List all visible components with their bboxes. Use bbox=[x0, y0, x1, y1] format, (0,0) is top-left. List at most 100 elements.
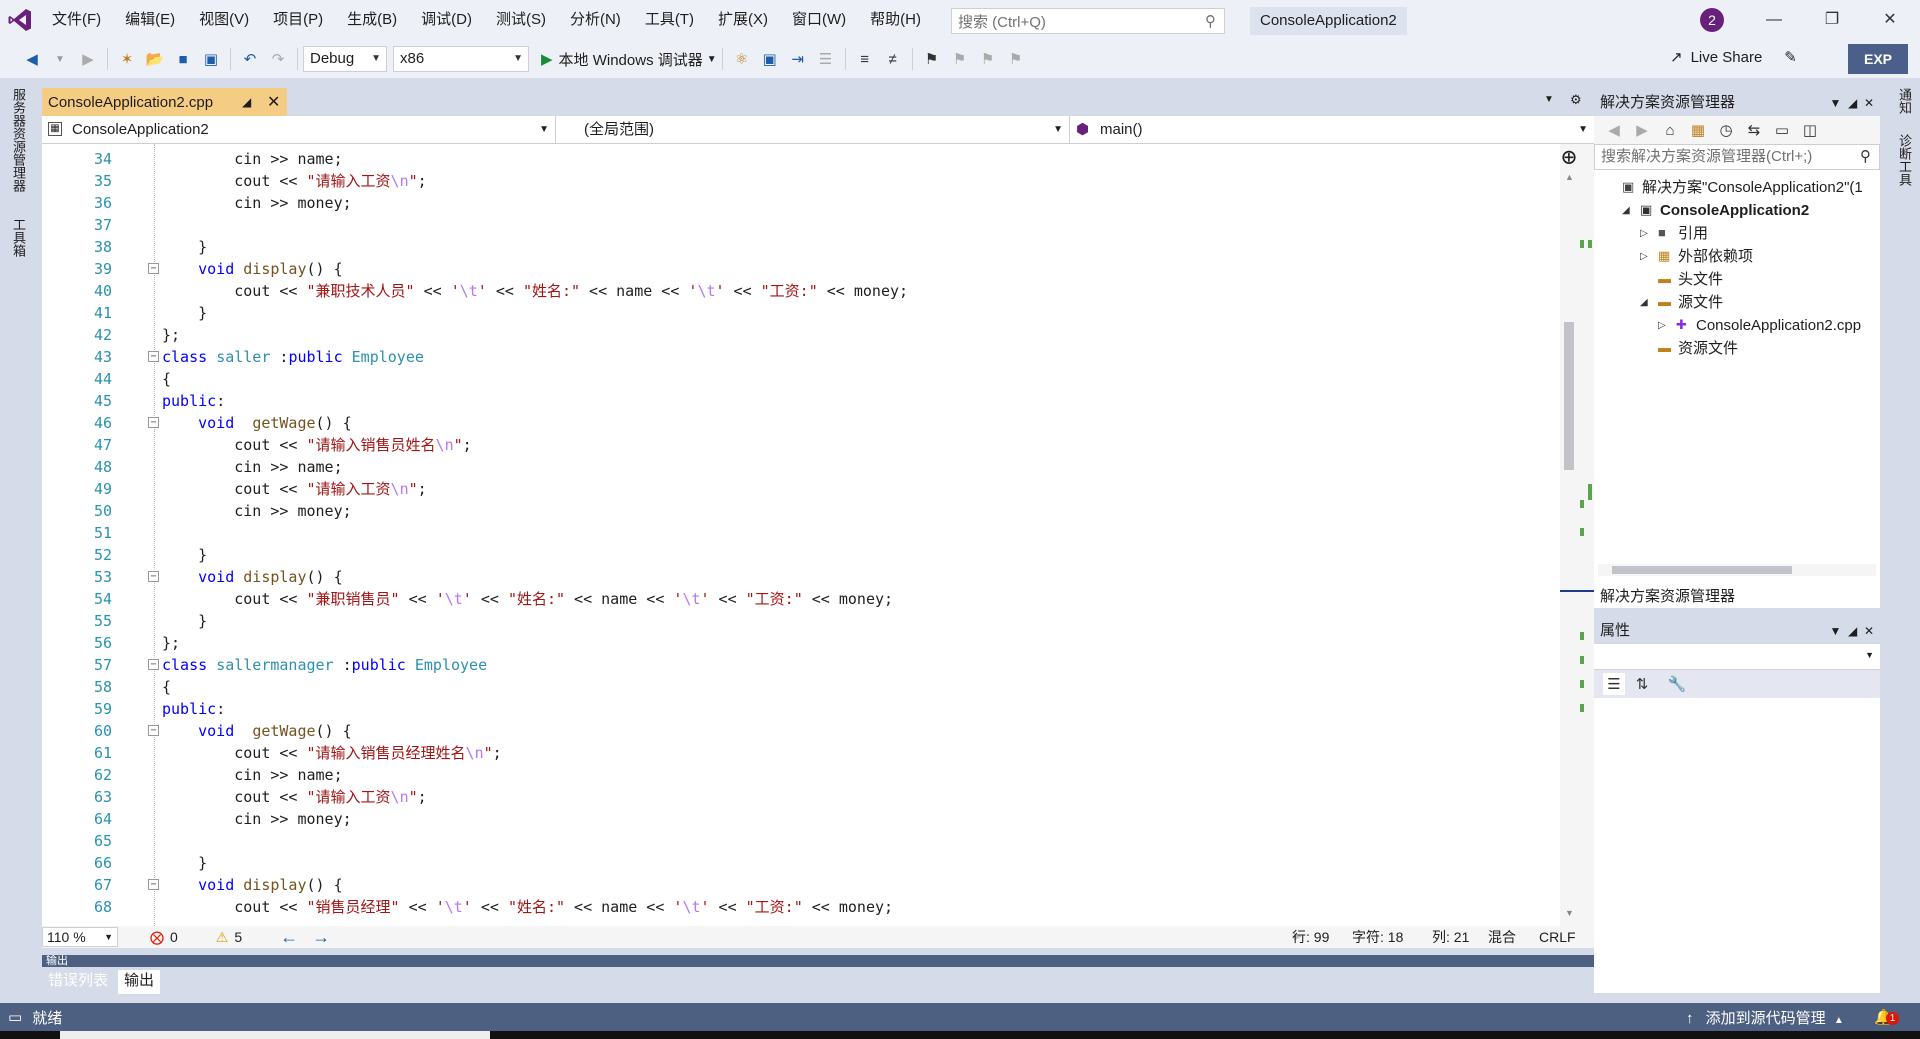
pin-icon[interactable]: ◢ bbox=[242, 95, 251, 109]
save-all-icon[interactable]: ▣ bbox=[200, 48, 222, 70]
configuration-dropdown[interactable]: Debug ▼ bbox=[303, 46, 387, 72]
expand-toggle-icon[interactable]: ▷ bbox=[1658, 314, 1666, 337]
menu-item-0[interactable]: 文件(F) bbox=[40, 0, 113, 40]
settings-gear-icon[interactable]: ⚙ bbox=[1570, 92, 1582, 108]
start-debugging-button[interactable]: ▶ 本地 Windows 调试器 ▼ bbox=[541, 49, 717, 70]
code-line[interactable]: 53 − void display() { bbox=[42, 566, 1562, 588]
tab-output[interactable]: 输出 bbox=[118, 970, 161, 994]
code-line[interactable]: 39 − void display() { bbox=[42, 258, 1562, 280]
feedback-icon[interactable]: ✎ bbox=[1784, 48, 1797, 66]
scrollbar-thumb[interactable] bbox=[1612, 566, 1792, 574]
member-dropdown[interactable]: ⬢ main() ▼ bbox=[1070, 116, 1594, 143]
fold-toggle-icon[interactable]: − bbox=[148, 417, 159, 428]
menu-item-8[interactable]: 工具(T) bbox=[633, 0, 706, 40]
project-dropdown[interactable]: ▦ ConsoleApplication2 ▼ bbox=[42, 116, 556, 143]
menu-item-10[interactable]: 窗口(W) bbox=[780, 0, 858, 40]
platform-dropdown[interactable]: x86 ▼ bbox=[393, 46, 529, 72]
code-line[interactable]: 61 cout << "请输入销售员经理姓名\n"; bbox=[42, 742, 1562, 764]
scroll-down-icon[interactable]: ▼ bbox=[1565, 908, 1574, 918]
split-editor-icon[interactable]: ⨁ bbox=[1562, 148, 1576, 165]
panel-window-controls[interactable]: ▼ ◢ ✕ bbox=[1830, 618, 1875, 644]
alphabetical-icon[interactable]: ⇅ bbox=[1631, 673, 1653, 695]
pending-changes-icon[interactable]: ◷ bbox=[1715, 119, 1737, 141]
outdent-icon[interactable]: ≠ bbox=[882, 48, 904, 70]
code-line[interactable]: 52 } bbox=[42, 544, 1562, 566]
fold-toggle-icon[interactable]: − bbox=[148, 725, 159, 736]
code-line[interactable]: 34 cin >> name; bbox=[42, 148, 1562, 170]
restore-button[interactable]: ❐ bbox=[1804, 0, 1860, 40]
code-line[interactable]: 50 cin >> money; bbox=[42, 500, 1562, 522]
code-line[interactable]: 45 public: bbox=[42, 390, 1562, 412]
code-line[interactable]: 67 − void display() { bbox=[42, 874, 1562, 896]
server-explorer-tab[interactable]: 服务器资源管理器 bbox=[9, 88, 28, 192]
code-line[interactable]: 58 { bbox=[42, 676, 1562, 698]
code-line[interactable]: 43 − class saller :public Employee bbox=[42, 346, 1562, 368]
exp-badge[interactable]: EXP bbox=[1848, 44, 1908, 74]
code-line[interactable]: 35 cout << "请输入工资\n"; bbox=[42, 170, 1562, 192]
tab-team-explorer[interactable]: 团队资源管理器 bbox=[1745, 586, 1862, 608]
code-line[interactable]: 64 cin >> money; bbox=[42, 808, 1562, 830]
solution-search-input[interactable]: 搜索解决方案资源管理器(Ctrl+;) ⚲ bbox=[1594, 144, 1880, 170]
tree-item[interactable]: ◢ ▬ 源文件 bbox=[1594, 291, 1880, 314]
code-line[interactable]: 56}; bbox=[42, 632, 1562, 654]
notifications-tab[interactable]: 通知 bbox=[1895, 88, 1914, 114]
back-icon[interactable]: ◀ bbox=[1603, 119, 1625, 141]
new-project-icon[interactable]: ✶ bbox=[116, 48, 138, 70]
errors-indicator[interactable]: ⨂ 0 bbox=[150, 929, 178, 946]
categorized-icon[interactable]: ☰ bbox=[1603, 673, 1625, 695]
code-line[interactable]: 49 cout << "请输入工资\n"; bbox=[42, 478, 1562, 500]
next-bookmark-icon[interactable]: ⚑ bbox=[977, 48, 999, 70]
code-line[interactable]: 44 { bbox=[42, 368, 1562, 390]
tab-solution-explorer[interactable]: 解决方案资源管理器 bbox=[1594, 586, 1742, 608]
code-line[interactable]: 41 } bbox=[42, 302, 1562, 324]
indent-icon[interactable]: ≡ bbox=[854, 48, 876, 70]
show-all-files-icon[interactable]: ◫ bbox=[1799, 119, 1821, 141]
tabs-mode-indicator[interactable]: 混合 bbox=[1488, 926, 1516, 948]
code-line[interactable]: 65 bbox=[42, 830, 1562, 852]
code-line[interactable]: 46 − void getWage() { bbox=[42, 412, 1562, 434]
code-editor[interactable]: 34 cin >> name; 35 cout << "请输入工资\n"; 36 c… bbox=[42, 144, 1568, 926]
fold-toggle-icon[interactable]: − bbox=[148, 351, 159, 362]
prev-bookmark-icon[interactable]: ⚑ bbox=[949, 48, 971, 70]
warnings-indicator[interactable]: ⚠ 5 bbox=[216, 929, 242, 946]
code-line[interactable]: 42}; bbox=[42, 324, 1562, 346]
minimize-button[interactable]: — bbox=[1746, 0, 1802, 40]
collapse-all-icon[interactable]: ▭ bbox=[1771, 119, 1793, 141]
navigate-back-icon[interactable]: ◀ bbox=[21, 48, 43, 70]
menu-item-5[interactable]: 调试(D) bbox=[409, 0, 484, 40]
tab-error-list[interactable]: 错误列表 bbox=[42, 970, 114, 994]
back-dropdown-icon[interactable]: ▼ bbox=[49, 48, 71, 70]
zoom-dropdown[interactable]: 110 % ▼ bbox=[42, 927, 118, 947]
document-tab[interactable]: ConsoleApplication2.cpp ◢ ✕ bbox=[42, 88, 287, 116]
code-line[interactable]: 51 bbox=[42, 522, 1562, 544]
code-line[interactable]: 60 − void getWage() { bbox=[42, 720, 1562, 742]
toolbox-tab[interactable]: 工具箱 bbox=[9, 218, 28, 257]
visual-studio-logo-icon[interactable] bbox=[0, 0, 40, 40]
comment-icon[interactable]: ☰ bbox=[815, 48, 837, 70]
live-share-button[interactable]: ↗ Live Share ✎ bbox=[1670, 48, 1797, 67]
navigate-forward-icon[interactable]: ▶ bbox=[77, 48, 99, 70]
panel-window-controls[interactable]: ▼ ◢ ✕ bbox=[1830, 90, 1875, 116]
tab-overflow-icon[interactable]: ▼ bbox=[1544, 94, 1554, 105]
scope-dropdown[interactable]: (全局范围) ▼ bbox=[556, 116, 1070, 143]
next-issue-icon[interactable]: → bbox=[312, 927, 330, 948]
tree-item[interactable]: ◢ ▣ ConsoleApplication2 bbox=[1594, 199, 1880, 222]
code-line[interactable]: 59 public: bbox=[42, 698, 1562, 720]
home-icon[interactable]: ⌂ bbox=[1659, 119, 1681, 141]
expand-toggle-icon[interactable]: ▷ bbox=[1640, 222, 1648, 245]
menu-item-7[interactable]: 分析(N) bbox=[558, 0, 633, 40]
property-pages-icon[interactable]: 🔧 bbox=[1666, 673, 1688, 695]
tree-item[interactable]: ▬ 资源文件 bbox=[1594, 337, 1880, 360]
solution-horizontal-scrollbar[interactable] bbox=[1598, 564, 1876, 576]
switch-views-icon[interactable]: ▦ bbox=[1687, 119, 1709, 141]
tree-item[interactable]: ▬ 头文件 bbox=[1594, 268, 1880, 291]
menu-item-3[interactable]: 项目(P) bbox=[261, 0, 335, 40]
close-tab-icon[interactable]: ✕ bbox=[267, 92, 280, 112]
diagnostic-tools-tab[interactable]: 诊断工具 bbox=[1895, 134, 1914, 186]
code-line[interactable]: 54 cout << "兼职销售员" << '\t' << "姓名:" << n… bbox=[42, 588, 1562, 610]
tree-item[interactable]: ▷ ▦ 外部依赖项 bbox=[1594, 245, 1880, 268]
browse-icon[interactable]: ▣ bbox=[759, 48, 781, 70]
search-input[interactable]: 搜索 (Ctrl+Q) ⚲ bbox=[951, 8, 1225, 34]
editor-vertical-scrollbar[interactable]: ⨁ ▲ ▼ bbox=[1560, 144, 1594, 926]
hot-reload-icon[interactable]: ⚛ bbox=[731, 48, 753, 70]
